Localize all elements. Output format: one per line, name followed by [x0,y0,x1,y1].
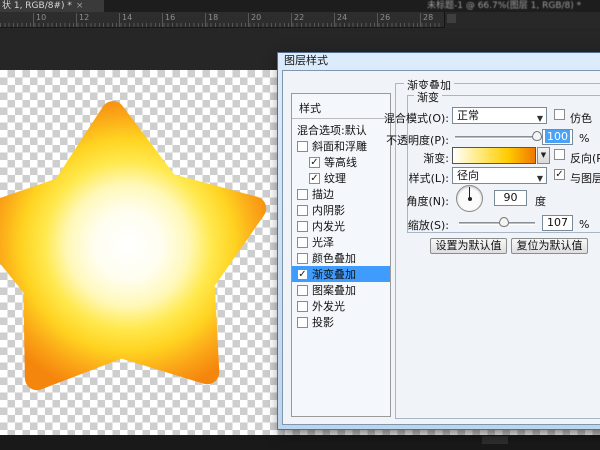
dialog-title[interactable]: 图层样式 [278,53,600,69]
dither-checkbox[interactable] [554,109,565,120]
blend-mode-select[interactable]: 正常 ▼ [452,107,547,124]
gradient-label: 渐变: [367,150,449,166]
angle-value: 90 [504,191,518,204]
angle-input[interactable]: 90 [494,190,527,206]
style-label: 样式(L): [367,170,449,186]
checkbox[interactable] [297,317,308,328]
style-item-label: 斜面和浮雕 [312,138,367,154]
style-item-label: 内阴影 [312,202,345,218]
checkbox[interactable] [297,141,308,152]
scale-value: 107 [547,216,568,229]
checkbox[interactable]: ✓ [309,157,320,168]
opacity-label: 不透明度(P): [367,132,449,148]
opacity-slider-track[interactable] [455,136,542,139]
style-list-item[interactable]: 光泽 [292,234,390,250]
blend-mode-value: 正常 [457,109,479,122]
ruler-number: 10 [36,13,46,22]
reset-default-button[interactable]: 复位为默认值 [511,238,588,254]
style-list-item[interactable]: 外发光 [292,298,390,314]
reverse-checkbox[interactable] [554,149,565,160]
angle-label: 角度(N): [367,193,449,209]
align-checkbox[interactable]: ✓ [554,169,565,180]
tab-close-icon[interactable]: × [76,1,84,11]
ruler-number: 28 [423,13,433,22]
document-tab-bar: 状 1, RGB/8#) * × 未标题-1 @ 66.7%(图层 1, RGB/… [0,0,600,12]
ruler-number: 14 [122,13,132,22]
style-item-label: 混合选项:默认 [297,122,367,138]
dither-label: 仿色 [570,110,592,126]
align-label: 与图层对齐 [570,170,600,186]
layer-style-dialog: 图层样式 样式 混合选项:默认斜面和浮雕 ✓ 等高线 ✓ 纹理描边内阴影内发光光泽颜色叠… [277,52,600,430]
style-item-label: 纹理 [324,170,346,186]
dialog-body: 样式 混合选项:默认斜面和浮雕 ✓ 等高线 ✓ 纹理描边内阴影内发光光泽颜色叠加 ✓ 渐变叠… [282,70,600,425]
styles-panel-header: 样式 [299,100,321,116]
ruler-number: 22 [294,13,304,22]
scale-unit: % [579,218,589,231]
set-default-button[interactable]: 设置为默认值 [430,238,507,254]
style-item-label: 颜色叠加 [312,250,356,266]
opacity-slider-thumb[interactable] [532,131,542,141]
style-item-label: 外发光 [312,298,345,314]
ruler-number: 26 [380,13,390,22]
scale-input[interactable]: 107 [542,215,573,231]
angle-dial[interactable] [456,185,483,212]
style-list-item[interactable]: ✓ 渐变叠加 [292,266,390,282]
gradient-picker-arrow-button[interactable]: ▼ [537,147,550,164]
photoshop-window: 状 1, RGB/8#) * × 未标题-1 @ 66.7%(图层 1, RGB/… [0,0,600,450]
checkbox[interactable] [297,237,308,248]
checkbox[interactable]: ✓ [309,173,320,184]
scale-label: 缩放(S): [367,217,449,233]
style-list-item[interactable]: 投影 [292,314,390,330]
blend-mode-label: 混合模式(O): [367,110,449,126]
opacity-unit: % [579,132,589,145]
opacity-value: 100 [545,130,570,143]
chevron-down-icon: ▼ [537,171,543,186]
opacity-input[interactable]: 100 [542,129,573,145]
style-value: 径向 [457,169,479,182]
ruler-number: 20 [251,13,261,22]
style-item-label: 内发光 [312,218,345,234]
reverse-label: 反向(R) [570,150,600,166]
style-item-label: 图案叠加 [312,282,356,298]
angle-dial-hub [468,197,472,201]
document-tab-background[interactable]: 未标题-1 @ 66.7%(图层 1, RGB/8) * [427,0,581,12]
document-tab-active[interactable]: 状 1, RGB/8#) * × [0,0,104,12]
bottom-bar [0,435,600,450]
scale-slider-track[interactable] [459,222,535,225]
subgroup-label: 渐变 [414,89,442,105]
gradient-swatch[interactable] [452,147,536,164]
style-list-item[interactable]: 颜色叠加 [292,250,390,266]
style-select[interactable]: 径向 ▼ [452,167,547,184]
chevron-down-icon: ▼ [537,111,543,126]
style-item-label: 投影 [312,314,334,330]
style-item-label: 描边 [312,186,334,202]
style-item-label: 渐变叠加 [312,266,356,282]
document-tab-label: 状 1, RGB/8#) * [2,1,72,11]
star-polygon [0,113,254,378]
style-item-label: 光泽 [312,234,334,250]
ruler-marker [447,14,456,23]
ruler-number: 16 [165,13,175,22]
ruler-number: 18 [208,13,218,22]
checkbox[interactable] [297,189,308,200]
style-list-item[interactable]: 图案叠加 [292,282,390,298]
angle-unit: 度 [535,193,546,209]
ruler-number: 12 [79,13,89,22]
checkbox[interactable] [297,301,308,312]
style-item-label: 等高线 [324,154,357,170]
checkbox[interactable] [297,285,308,296]
bottom-bar-nub [482,436,508,444]
ruler-right-segment [444,12,600,28]
ruler-number: 24 [337,13,347,22]
scale-slider-thumb[interactable] [499,217,509,227]
checkbox[interactable] [297,205,308,216]
checkbox[interactable] [297,221,308,232]
checkbox[interactable]: ✓ [297,269,308,280]
checkbox[interactable] [297,253,308,264]
